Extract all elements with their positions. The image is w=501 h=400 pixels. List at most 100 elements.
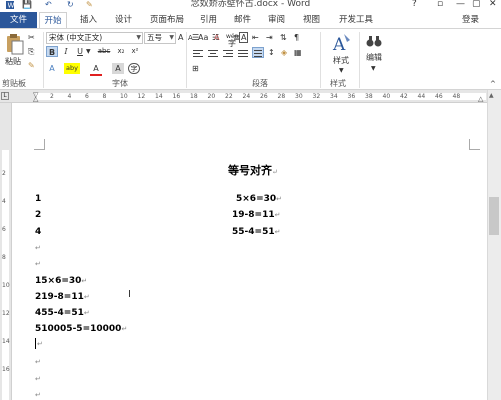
align-center-icon[interactable] [207, 48, 219, 59]
login-link[interactable]: 登录 [462, 13, 479, 27]
scroll-up-icon[interactable]: ▲ [489, 92, 494, 99]
font-size-select[interactable]: 五号 ▼ [144, 32, 176, 44]
chevron-down-icon[interactable]: ▼ [371, 63, 376, 74]
tab-file[interactable]: 文件 [0, 12, 37, 28]
row-left-value[interactable]: 4 [35, 226, 41, 238]
tab-insert[interactable]: 插入 [80, 13, 97, 27]
font-size-value: 五号 [147, 33, 162, 42]
ruler-tick-label: 30 [295, 93, 303, 100]
distributed-icon[interactable] [252, 47, 264, 58]
tab-references[interactable]: 引用 [200, 13, 217, 27]
paragraph-mark: ↵ [83, 309, 90, 317]
font-family-select[interactable]: 宋体 (中文正文) ▼ [46, 32, 143, 44]
text-effects-button[interactable]: A [46, 63, 58, 74]
equation-line[interactable]: 219-8=11↵ [35, 291, 90, 303]
paragraph-mark: ↵ [35, 244, 41, 252]
paragraph-mark: ↵ [35, 375, 41, 383]
bold-button[interactable]: B [46, 46, 58, 57]
tab-home[interactable]: 开始 [39, 12, 67, 28]
ruler-tick-label: 8 [102, 93, 107, 100]
styles-icon[interactable]: A [332, 32, 352, 55]
font-color-button[interactable]: A [90, 63, 102, 76]
italic-button[interactable]: I [60, 46, 72, 57]
binoculars-icon[interactable] [366, 33, 382, 49]
paragraph-group-label: 段落 [252, 79, 268, 88]
cut-icon[interactable]: ✂ [28, 32, 35, 43]
editing-button[interactable]: 编辑 [366, 52, 382, 63]
ruler-tick-label: 4 [67, 93, 72, 100]
highlight-button[interactable]: aby [64, 63, 80, 74]
row-right-equation[interactable]: 19-8=11↵ [232, 209, 280, 221]
scrollbar-thumb[interactable] [489, 197, 499, 235]
change-case-icon[interactable]: Aa [198, 32, 208, 43]
enclose-char-button[interactable]: 字 [128, 63, 140, 74]
borders-icon[interactable]: ▦ [294, 47, 302, 58]
chevron-down-icon[interactable]: ▼ [339, 65, 344, 76]
underline-dropdown-icon[interactable]: ▼ [86, 46, 91, 57]
vertical-ruler-ticks: 2 4 6 8 10 12 14 16 [0, 150, 11, 400]
paste-button[interactable]: 粘贴 [5, 56, 21, 67]
increase-indent-icon[interactable]: ⇥ [266, 32, 273, 43]
svg-text:A: A [332, 35, 346, 54]
paste-icon[interactable] [4, 33, 24, 55]
chevron-down-icon: ▼ [136, 34, 141, 41]
ruler-tick-label: 40 [382, 93, 391, 100]
tab-view[interactable]: 视图 [303, 13, 320, 27]
paragraph-mark: ↵ [274, 228, 281, 236]
bullets-icon[interactable]: ☰ [192, 32, 199, 43]
vertical-ruler-tick-label: 10 [2, 282, 10, 289]
grow-font-icon[interactable]: A [178, 32, 183, 43]
tab-design[interactable]: 设计 [115, 13, 132, 27]
numbering-icon[interactable]: ☷ [212, 32, 219, 43]
tab-layout[interactable]: 页面布局 [150, 13, 184, 27]
char-shading-button[interactable]: A [112, 63, 124, 74]
row-left-value[interactable]: 2 [35, 209, 41, 221]
show-marks-icon[interactable]: ¶ [294, 32, 299, 43]
row-right-equation[interactable]: 5×6=30↵ [236, 193, 282, 205]
superscript-button[interactable]: x² [129, 46, 141, 57]
restore-button[interactable]: ▢ [472, 0, 481, 10]
sort-icon[interactable]: ⇅ [280, 32, 287, 43]
equation-line[interactable]: 510005-5=10000↵ [35, 323, 127, 335]
char-border-icon[interactable]: A [239, 32, 249, 43]
vertical-ruler-tick-label: 8 [2, 254, 6, 261]
format-painter-icon[interactable]: ✎ [28, 60, 35, 71]
paragraph-mark: ↵ [272, 168, 278, 176]
copy-icon[interactable]: ⎘ [28, 46, 34, 57]
justify-icon[interactable] [237, 48, 249, 59]
ruler-tick-label: 46 [435, 93, 443, 100]
decrease-indent-icon[interactable]: ⇤ [252, 32, 259, 43]
row-right-equation[interactable]: 55-4=51↵ [232, 226, 280, 238]
equation-line[interactable]: 15×6=30↵ [35, 275, 87, 287]
subscript-button[interactable]: x₂ [115, 46, 127, 57]
paragraph-mark: ↵ [121, 325, 128, 333]
help-button[interactable]: ? [412, 0, 417, 10]
multilevel-list-icon[interactable]: ≣ [233, 32, 240, 43]
strikethrough-button[interactable]: abc [96, 46, 112, 57]
align-left-icon[interactable] [192, 48, 204, 59]
equation-text: 5×6=30 [236, 194, 277, 204]
tab-review[interactable]: 审阅 [268, 13, 285, 27]
collapse-ribbon-icon[interactable]: ^ [490, 79, 496, 90]
chinese-layout-icon[interactable]: ⊞ [192, 63, 199, 74]
ruler-tick-label: 6 [85, 93, 89, 100]
row-left-value[interactable]: 1 [35, 193, 41, 205]
close-button[interactable]: ✕ [489, 0, 497, 10]
minimize-button[interactable]: — [456, 0, 465, 10]
document-heading[interactable]: 等号对齐↵ [228, 165, 278, 178]
equation-text: 55-4=51 [232, 227, 275, 237]
align-right-icon[interactable] [222, 48, 234, 59]
vertical-scrollbar[interactable] [487, 90, 501, 400]
tab-mailings[interactable]: 邮件 [234, 13, 251, 27]
underline-button[interactable]: U [74, 46, 86, 57]
vertical-ruler-tick-label: 2 [2, 170, 6, 177]
ruler-tick-label: 48 [452, 93, 461, 100]
tab-developer[interactable]: 开发工具 [339, 13, 373, 27]
ribbon-options-button[interactable]: ▫ [437, 0, 443, 10]
line-spacing-icon[interactable]: ↕ [268, 47, 275, 58]
equation-line[interactable]: 455-4=51↵ [35, 307, 90, 319]
shading-icon[interactable]: ◈ [281, 47, 287, 58]
tab-selector-icon[interactable]: L [1, 92, 9, 100]
document-page[interactable] [12, 103, 487, 400]
group-divider [43, 32, 44, 88]
